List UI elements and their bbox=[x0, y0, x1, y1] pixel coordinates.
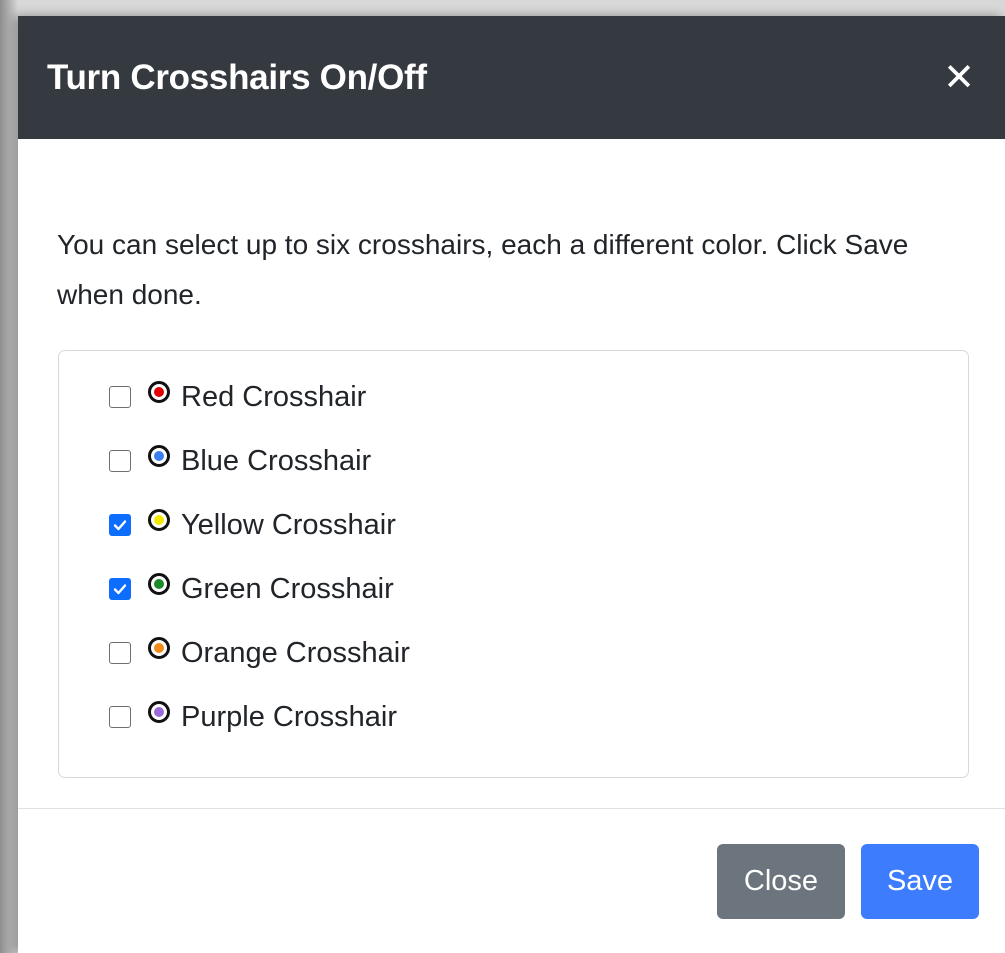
blue-crosshair-icon bbox=[148, 445, 170, 467]
checkbox-purple[interactable] bbox=[109, 706, 131, 728]
option-label: Green Crosshair bbox=[181, 572, 394, 605]
option-label: Red Crosshair bbox=[181, 380, 367, 413]
option-label: Orange Crosshair bbox=[181, 636, 410, 669]
orange-crosshair-icon bbox=[148, 637, 170, 659]
crosshair-dialog: Turn Crosshairs On/Off ✕ You can select … bbox=[18, 16, 1005, 953]
option-orange-crosshair[interactable]: Orange Crosshair bbox=[109, 633, 410, 673]
crosshair-option-list: Red Crosshair Blue Crosshair Yellow Cros… bbox=[58, 350, 969, 778]
yellow-crosshair-icon bbox=[148, 509, 170, 531]
option-label: Yellow Crosshair bbox=[181, 508, 396, 541]
option-label: Purple Crosshair bbox=[181, 700, 397, 733]
dialog-title: Turn Crosshairs On/Off bbox=[47, 57, 427, 97]
option-label: Blue Crosshair bbox=[181, 444, 372, 477]
instructions-text: You can select up to six crosshairs, eac… bbox=[57, 229, 909, 310]
option-red-crosshair[interactable]: Red Crosshair bbox=[109, 377, 366, 417]
close-button[interactable]: Close bbox=[717, 844, 845, 919]
close-icon[interactable]: ✕ bbox=[943, 59, 975, 97]
checkbox-red[interactable] bbox=[109, 386, 131, 408]
save-button[interactable]: Save bbox=[861, 844, 979, 919]
purple-crosshair-icon bbox=[148, 701, 170, 723]
red-crosshair-icon bbox=[148, 381, 170, 403]
checkbox-yellow[interactable] bbox=[109, 514, 131, 536]
dialog-header: Turn Crosshairs On/Off ✕ bbox=[18, 16, 1005, 139]
footer-divider bbox=[18, 808, 1005, 809]
checkbox-blue[interactable] bbox=[109, 450, 131, 472]
checkbox-orange[interactable] bbox=[109, 642, 131, 664]
option-purple-crosshair[interactable]: Purple Crosshair bbox=[109, 697, 397, 737]
option-green-crosshair[interactable]: Green Crosshair bbox=[109, 569, 394, 609]
checkbox-green[interactable] bbox=[109, 578, 131, 600]
green-crosshair-icon bbox=[148, 573, 170, 595]
option-yellow-crosshair[interactable]: Yellow Crosshair bbox=[109, 505, 396, 545]
option-blue-crosshair[interactable]: Blue Crosshair bbox=[109, 441, 371, 481]
